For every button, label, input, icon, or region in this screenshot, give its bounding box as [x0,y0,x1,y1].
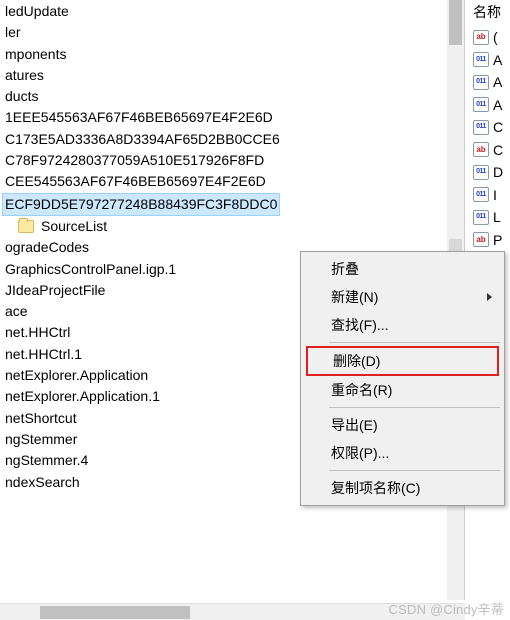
horizontal-scroll-thumb[interactable] [40,606,190,619]
reg-string-icon: ab [473,142,489,157]
vertical-scroll-thumb[interactable] [449,0,462,45]
value-item-label: D [493,161,503,184]
reg-binary-icon: 011 [473,97,489,112]
reg-string-icon: ab [473,30,489,45]
menu-separator [329,342,500,343]
tree-item-label: JIdeaProjectFile [2,280,108,301]
vertical-scroll-track-mark [449,239,462,251]
tree-item-label: 1EEE545563AF67F46BEB65697E4F2E6D [2,107,276,128]
reg-binary-icon: 011 [473,187,489,202]
tree-item-label: CEE545563AF67F46BEB65697E4F2E6D [2,171,269,192]
tree-item-label: netExplorer.Application.1 [2,386,163,407]
tree-item[interactable]: C78F9724280377059A510E517926F8FD [0,150,464,171]
reg-binary-icon: 011 [473,210,489,225]
value-item[interactable]: ab ( [473,26,510,49]
tree-item-label: ogradeCodes [2,237,92,258]
reg-binary-icon: 011 [473,120,489,135]
menu-item-label: 权限(P)... [331,445,389,461]
value-item-label: I [493,184,497,207]
menu-item[interactable]: 导出(E) [303,411,502,439]
menu-item[interactable]: 权限(P)... [303,439,502,467]
tree-item-label: SourceList [38,216,110,237]
tree-item[interactable]: CEE545563AF67F46BEB65697E4F2E6D [0,171,464,192]
value-item[interactable]: ab P [473,229,510,252]
values-header-name[interactable]: 名称 [473,2,510,26]
value-item-label: A [493,94,502,117]
tree-item[interactable]: ledUpdate [0,1,464,22]
chevron-right-icon [487,293,492,301]
value-item[interactable]: ab C [473,139,510,162]
menu-item-label: 折叠 [331,261,359,277]
value-item[interactable]: 011 A [473,94,510,117]
reg-string-icon: ab [473,232,489,247]
reg-binary-icon: 011 [473,165,489,180]
tree-item-label: net.HHCtrl.1 [2,344,85,365]
value-item-label: C [493,139,503,162]
tree-item-label: GraphicsControlPanel.igp.1 [2,259,179,280]
reg-binary-icon: 011 [473,52,489,67]
value-item[interactable]: 011 I [473,184,510,207]
tree-item-label: ace [2,301,31,322]
tree-item[interactable]: mponents [0,44,464,65]
value-item-label: C [493,116,503,139]
value-item[interactable]: 011 A [473,49,510,72]
folder-icon [18,220,34,233]
value-item[interactable]: 011 C [473,116,510,139]
tree-item-label: ledUpdate [2,1,72,22]
tree-item[interactable]: ECF9DD5E797277248B88439FC3F8DDC0 [0,193,464,216]
tree-item-label: ndexSearch [2,472,83,493]
menu-item-label: 重命名(R) [331,382,392,398]
menu-item-label: 导出(E) [331,417,378,433]
tree-item-label: ducts [2,86,41,107]
tree-item-label: ngStemmer.4 [2,450,91,471]
value-item-label: A [493,49,502,72]
tree-item-label: ngStemmer [2,429,80,450]
tree-item-label: C78F9724280377059A510E517926F8FD [2,150,267,171]
tree-item-label: C173E5AD3336A8D3394AF65D2BB0CCE6 [2,129,283,150]
reg-binary-icon: 011 [473,75,489,90]
value-item-label: ( [493,26,498,49]
menu-separator [329,407,500,408]
tree-item-label: atures [2,65,47,86]
menu-item[interactable]: 折叠 [303,255,502,283]
tree-item-label: ler [2,22,24,43]
menu-separator [329,470,500,471]
watermark: CSDN @Cindy辛蒂 [389,599,504,618]
tree-item[interactable]: atures [0,65,464,86]
tree-item[interactable]: SourceList [0,216,464,237]
menu-item-label: 查找(F)... [331,317,389,333]
value-item[interactable]: 011 D [473,161,510,184]
menu-item-label: 复制项名称(C) [331,480,420,496]
context-menu[interactable]: 折叠新建(N) 查找(F)... 删除(D) 重命名(R) 导出(E) 权限(P)... 复… [300,251,505,506]
menu-item-label: 新建(N) [331,289,378,305]
tree-item-label: mponents [2,44,69,65]
value-item-label: L [493,206,501,229]
menu-item[interactable]: 查找(F)... [303,311,502,339]
menu-item[interactable]: 复制项名称(C) [303,474,502,502]
tree-item[interactable]: ler [0,22,464,43]
value-item-label: A [493,71,502,94]
tree-item-label: netShortcut [2,408,80,429]
tree-item-label: netExplorer.Application [2,365,151,386]
value-item[interactable]: 011 L [473,206,510,229]
menu-item[interactable]: 删除(D) [306,346,499,376]
menu-item[interactable]: 新建(N) [303,283,502,311]
tree-item[interactable]: 1EEE545563AF67F46BEB65697E4F2E6D [0,107,464,128]
value-item-label: P [493,229,502,252]
menu-item-label: 删除(D) [333,353,380,369]
tree-item-label: net.HHCtrl [2,322,73,343]
tree-item[interactable]: ducts [0,86,464,107]
menu-item[interactable]: 重命名(R) [303,376,502,404]
tree-item-label: ECF9DD5E797277248B88439FC3F8DDC0 [2,193,280,216]
value-item[interactable]: 011 A [473,71,510,94]
tree-item[interactable]: C173E5AD3336A8D3394AF65D2BB0CCE6 [0,129,464,150]
